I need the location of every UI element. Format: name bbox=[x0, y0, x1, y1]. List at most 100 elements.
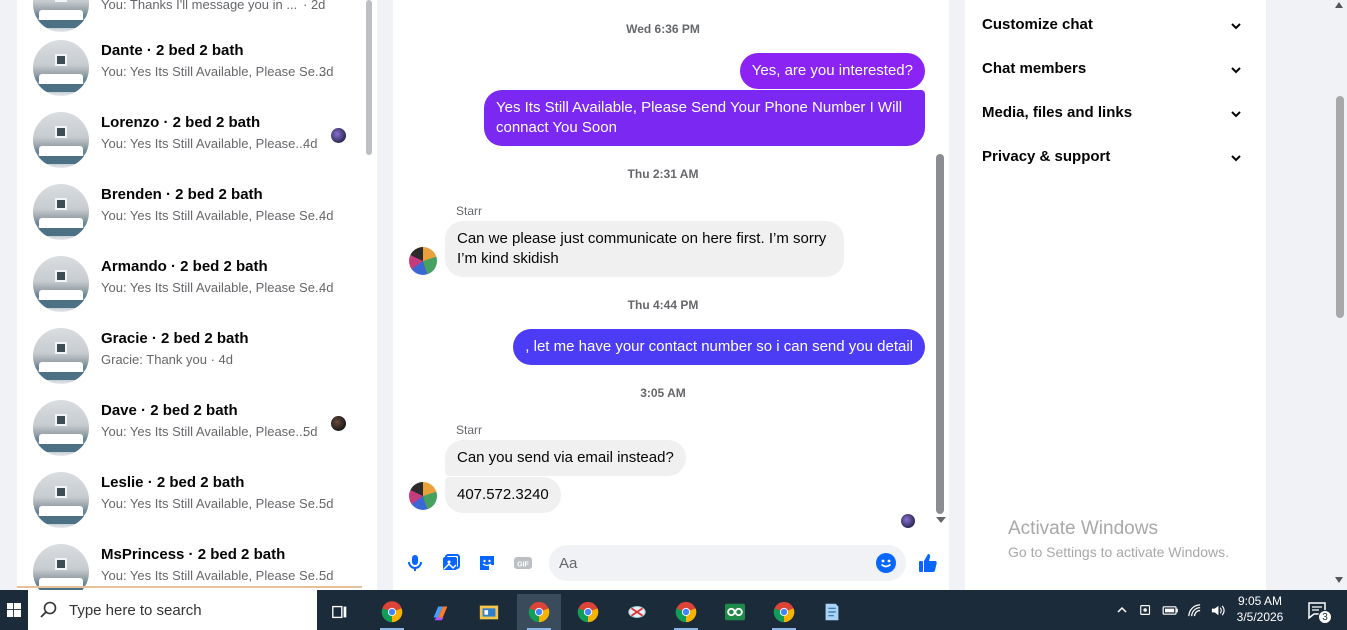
section-label: Customize chat bbox=[982, 16, 1093, 33]
battery-icon[interactable] bbox=[1160, 590, 1180, 630]
windows-logo-icon bbox=[7, 603, 21, 617]
chat-time: 5d bbox=[319, 568, 334, 583]
snipping-tool-icon[interactable] bbox=[615, 594, 659, 630]
chat-time: 5d bbox=[303, 424, 318, 439]
activate-windows-watermark: Activate Windows Go to Settings to activ… bbox=[1008, 518, 1229, 560]
chat-info-panel: Customize chat Chat members Media, files… bbox=[965, 0, 1266, 590]
wifi-icon[interactable] bbox=[1184, 590, 1204, 630]
listing-thumbnail bbox=[33, 544, 89, 590]
microphone-icon[interactable] bbox=[404, 552, 426, 574]
gif-icon[interactable]: GIF bbox=[512, 552, 534, 574]
photo-icon[interactable] bbox=[440, 552, 462, 574]
outgoing-message[interactable]: Yes, are you interested? bbox=[739, 53, 925, 89]
clock-date: 3/5/2026 bbox=[1236, 610, 1284, 624]
chevron-down-icon bbox=[1231, 155, 1241, 162]
show-hidden-icons-icon[interactable] bbox=[1112, 590, 1132, 630]
privacy-support-section[interactable]: Privacy & support bbox=[982, 146, 1248, 170]
chat-list-item[interactable]: Brenden · 2 bed 2 bath You: Yes Its Stil… bbox=[17, 178, 362, 250]
message-timestamp: Wed 6:36 PM bbox=[626, 22, 700, 36]
message-input[interactable] bbox=[559, 545, 859, 581]
chat-time: 5d bbox=[319, 496, 334, 511]
emoji-icon[interactable] bbox=[876, 553, 896, 573]
chevron-down-icon bbox=[1231, 67, 1241, 74]
search-icon bbox=[40, 601, 57, 618]
outgoing-message[interactable]: Yes Its Still Available, Please Send You… bbox=[484, 90, 925, 146]
chat-name: Dave · 2 bed 2 bath bbox=[101, 402, 238, 419]
seen-avatar bbox=[331, 416, 346, 431]
chat-preview: You: Yes Its Still Available, Please Se.… bbox=[101, 568, 326, 583]
volume-icon[interactable] bbox=[1207, 590, 1227, 630]
listing-thumbnail bbox=[33, 0, 89, 32]
chat-list-item[interactable]: Lorenzo · 2 bed 2 bath You: Yes Its Stil… bbox=[17, 106, 362, 178]
message-composer[interactable] bbox=[549, 545, 906, 581]
chat-preview: You: Yes Its Still Available, Please... bbox=[101, 136, 307, 151]
chat-preview: You: Yes Its Still Available, Please Se.… bbox=[101, 208, 326, 223]
seen-avatar bbox=[331, 128, 346, 143]
conversation-pane: Wed 6:36 PM Yes, are you interested? Yes… bbox=[393, 0, 949, 590]
page-scrollbar[interactable] bbox=[1332, 0, 1347, 590]
meet-now-icon[interactable] bbox=[1136, 590, 1156, 630]
chat-members-section[interactable]: Chat members bbox=[982, 58, 1248, 82]
chat-list-scrollbar[interactable] bbox=[365, 0, 373, 590]
file-explorer-icon[interactable] bbox=[467, 594, 511, 630]
media-files-links-section[interactable]: Media, files and links bbox=[982, 102, 1248, 126]
chat-time: 4d bbox=[319, 208, 334, 223]
search-placeholder: Type here to search bbox=[69, 602, 202, 619]
chevron-down-icon bbox=[1231, 111, 1241, 118]
notepad-icon[interactable] bbox=[810, 594, 854, 630]
message-timestamp: Thu 2:31 AM bbox=[627, 167, 699, 181]
contact-avatar[interactable] bbox=[409, 482, 437, 510]
chrome-profile-icon[interactable] bbox=[762, 594, 806, 630]
chrome-icon[interactable] bbox=[566, 594, 610, 630]
app-icon[interactable] bbox=[713, 594, 757, 630]
section-label: Chat members bbox=[982, 60, 1087, 77]
task-view-icon[interactable] bbox=[318, 594, 362, 630]
chat-list-item[interactable]: Leslie · 2 bed 2 bath You: Yes Its Still… bbox=[17, 466, 362, 538]
incoming-message[interactable]: Can you send via email instead? bbox=[445, 440, 686, 476]
outgoing-message[interactable]: , let me have your contact number so i c… bbox=[513, 329, 925, 365]
listing-thumbnail bbox=[33, 400, 89, 456]
conversation-scrollbar[interactable] bbox=[935, 150, 945, 525]
chat-list: You: Thanks I'll message you in ... · 2d… bbox=[17, 0, 377, 590]
chat-list-item[interactable]: MsPrincess · 2 bed 2 bath You: Yes Its S… bbox=[17, 538, 362, 590]
customize-chat-section[interactable]: Customize chat bbox=[982, 14, 1248, 38]
watermark-subtitle: Go to Settings to activate Windows. bbox=[1008, 544, 1229, 560]
chat-name: Leslie · 2 bed 2 bath bbox=[101, 474, 245, 491]
scroll-down-icon[interactable] bbox=[936, 517, 946, 523]
chat-list-item[interactable]: Armando · 2 bed 2 bath You: Yes Its Stil… bbox=[17, 250, 362, 322]
chat-list-item[interactable]: Dante · 2 bed 2 bath You: Yes Its Still … bbox=[17, 34, 362, 106]
chrome-profile-icon[interactable] bbox=[664, 594, 708, 630]
incoming-message[interactable]: Can we please just communicate on here f… bbox=[445, 221, 844, 277]
chat-preview: You: Thanks I'll message you in ... bbox=[101, 0, 298, 12]
section-label: Media, files and links bbox=[982, 104, 1133, 121]
sender-name: Starr bbox=[456, 204, 483, 218]
divider bbox=[17, 586, 362, 588]
chat-name: Gracie · 2 bed 2 bath bbox=[101, 330, 249, 347]
chat-preview: You: Yes Its Still Available, Please Se.… bbox=[101, 64, 326, 79]
incoming-message[interactable]: 407.572.3240 bbox=[445, 477, 561, 513]
chat-preview: Gracie: Thank you · 4d bbox=[101, 352, 233, 367]
chrome-profile-icon[interactable] bbox=[517, 594, 561, 630]
section-label: Privacy & support bbox=[982, 148, 1111, 165]
taskbar-search[interactable]: Type here to search bbox=[28, 590, 317, 630]
read-receipt-avatar bbox=[901, 514, 915, 528]
chat-time: 3d bbox=[319, 64, 334, 79]
start-button[interactable] bbox=[0, 590, 28, 630]
sticker-icon[interactable] bbox=[476, 552, 498, 574]
scroll-down-icon[interactable] bbox=[1335, 577, 1343, 583]
chat-time: · 2d bbox=[303, 0, 326, 12]
copilot-icon[interactable] bbox=[418, 594, 462, 630]
chat-preview: You: Yes Its Still Available, Please Se.… bbox=[101, 280, 326, 295]
listing-thumbnail bbox=[33, 328, 89, 384]
thumbs-up-icon[interactable] bbox=[916, 551, 940, 575]
chevron-down-icon bbox=[1231, 23, 1241, 30]
chrome-profile-icon[interactable] bbox=[370, 594, 414, 630]
scroll-up-icon[interactable] bbox=[1335, 2, 1343, 8]
message-timestamp: Thu 4:44 PM bbox=[627, 298, 699, 312]
windows-taskbar: Type here to search 9:05 AM 3/5/2026 3 bbox=[0, 590, 1347, 630]
chat-list-item[interactable]: Dave · 2 bed 2 bath You: Yes Its Still A… bbox=[17, 394, 362, 466]
contact-avatar[interactable] bbox=[409, 247, 437, 275]
chat-list-item[interactable]: Gracie · 2 bed 2 bath Gracie: Thank you … bbox=[17, 322, 362, 394]
taskbar-clock[interactable]: 9:05 AM 3/5/2026 bbox=[1225, 593, 1295, 625]
chat-time: 4d bbox=[303, 136, 318, 151]
